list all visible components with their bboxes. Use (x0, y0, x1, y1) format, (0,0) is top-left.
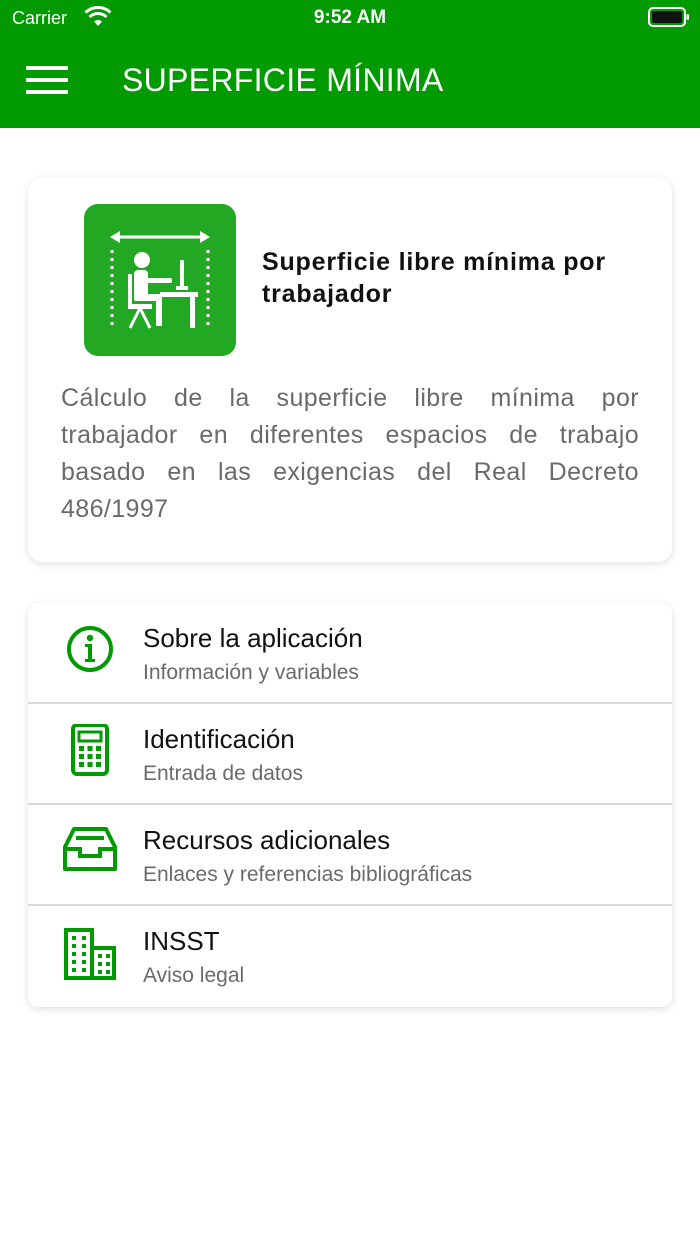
menu-item-title: INSST (143, 926, 220, 956)
status-bar: Carrier 9:52 AM (0, 0, 700, 36)
info-icon (67, 626, 113, 672)
workstation-space-icon (84, 204, 236, 356)
calculator-icon (71, 724, 109, 776)
clock: 9:52 AM (313, 7, 387, 28)
menu-item-subtitle: Enlaces y referencias bibliográficas (143, 863, 473, 886)
menu-item-subtitle: Entrada de datos (143, 762, 303, 785)
main-menu-list: Sobre la aplicación Información y variab… (28, 603, 672, 1007)
menu-item-subtitle: Aviso legal (143, 964, 245, 987)
menu-item-title: Sobre la aplicación (143, 623, 363, 653)
menu-item-identification[interactable]: Identificación Entrada de datos (28, 704, 672, 805)
card-title: Superficie libre mínima por trabajador (262, 248, 606, 308)
menu-item-about[interactable]: Sobre la aplicación Información y variab… (28, 603, 672, 704)
menu-item-insst[interactable]: INSST Aviso legal (28, 906, 672, 1007)
app-info-card: Superficie libre mínima por trabajador C… (28, 178, 672, 562)
menu-item-title: Identificación (143, 724, 295, 754)
page-title: SUPERFICIE MÍNIMA (122, 62, 444, 98)
inbox-tray-icon (63, 827, 117, 871)
menu-item-title: Recursos adicionales (143, 825, 391, 855)
hamburger-menu-button[interactable] (26, 66, 70, 98)
app-header: Carrier 9:52 AM SUPERFICIE MÍNIMA (0, 0, 700, 128)
menu-item-resources[interactable]: Recursos adicionales Enlaces y referenci… (28, 805, 672, 906)
card-description: Cálculo de la superficie libre mínima po… (61, 384, 639, 523)
battery-icon (648, 7, 689, 27)
menu-item-subtitle: Información y variables (143, 661, 359, 684)
building-icon (64, 928, 116, 980)
